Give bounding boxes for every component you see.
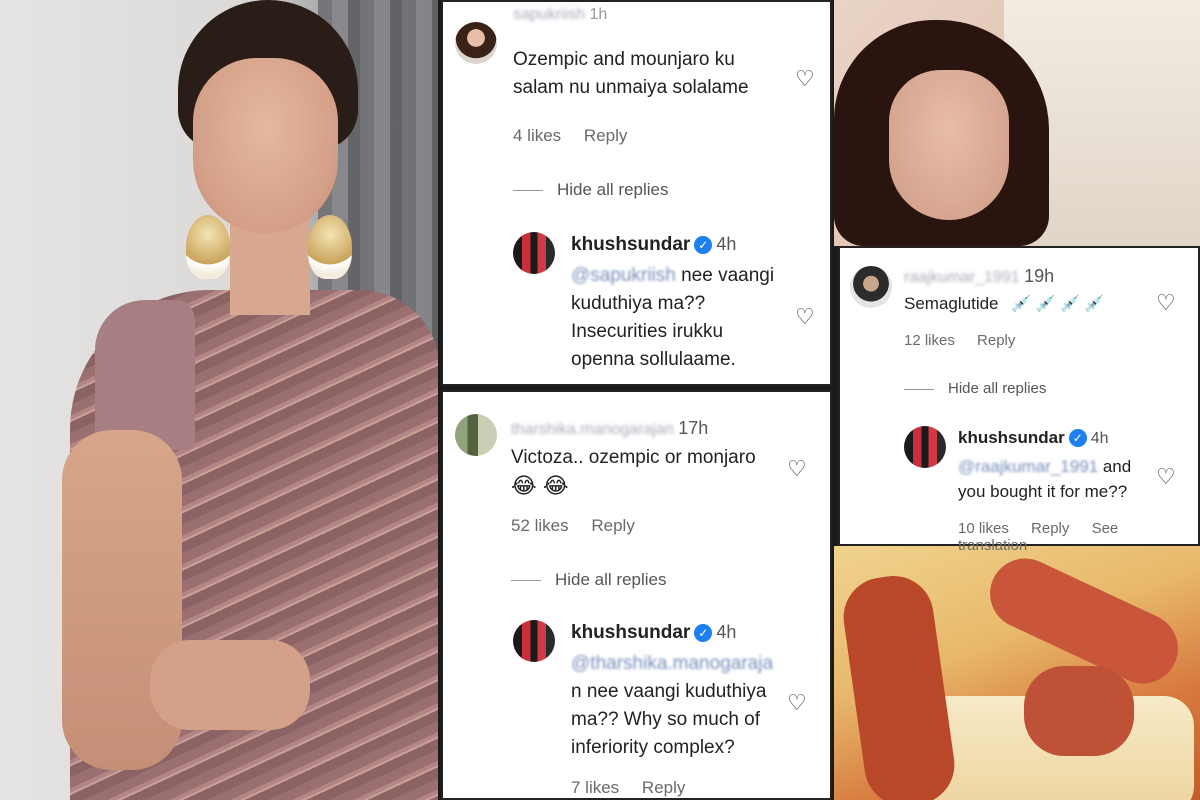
verified-badge-icon: ✓ — [1068, 429, 1087, 447]
reply-text: @tharshika.manogaraja n nee vaangi kudut… — [571, 650, 773, 762]
like-heart-icon[interactable]: ♡ — [795, 66, 815, 92]
like-heart-icon[interactable]: ♡ — [1156, 290, 1176, 316]
reply-username-text: khushsundar — [571, 622, 691, 643]
reply-text: @raajkumar_1991 and you bought it for me… — [958, 454, 1131, 504]
commenter-avatar[interactable] — [455, 414, 497, 456]
username-text: raajkumar_1991 — [904, 269, 1020, 286]
comment-line: Ozempic and mounjaro ku — [513, 49, 735, 70]
reply-username-text: khushsundar — [571, 234, 691, 255]
jhumka-earring-left — [186, 215, 230, 279]
hide-replies-label: Hide all replies — [557, 180, 669, 199]
likes-count[interactable]: 52 likes — [511, 516, 569, 535]
comment-card-1: sapukriish 1h Ozempic and mounjaro ku sa… — [441, 0, 832, 386]
reply-text: @sapukriish nee vaangi kuduthiya ma?? In… — [571, 262, 774, 374]
reply-line: inferiority complex? — [571, 737, 735, 758]
hide-replies-button[interactable]: Hide all replies — [511, 570, 667, 590]
syringe-emoji-icons: 💉 💉 💉 💉 — [1011, 296, 1105, 313]
username-text: sapukriish — [513, 6, 586, 23]
hand — [1024, 666, 1134, 756]
comment-text: Victoza.. ozempic or monjaro 😂 😂 — [511, 444, 756, 500]
mention-link[interactable]: @sapukriish — [571, 265, 676, 286]
comment-line: salam nu unmaiya solalame — [513, 77, 749, 98]
commenter-username[interactable]: raajkumar_1991 19h — [904, 266, 1054, 287]
likes-count[interactable]: 12 likes — [904, 332, 955, 349]
reply-line: kuduthiya ma?? — [571, 293, 706, 314]
reply-button[interactable]: Reply — [591, 516, 634, 535]
comment-time: 1h — [589, 6, 608, 23]
comment-time: 17h — [678, 418, 709, 438]
vintage-photo-bottom-right — [834, 546, 1200, 800]
reply-time: 4h — [1090, 430, 1109, 447]
reply-line: openna sollulaame. — [571, 349, 736, 370]
reply-line: n nee vaangi kuduthiya — [571, 681, 767, 702]
reply-button[interactable]: Reply — [584, 126, 627, 145]
reply-line: Insecurities irukku — [571, 321, 724, 342]
comment-text: Semaglutide 💉 💉 💉 💉 — [904, 290, 1104, 319]
divider-line — [904, 388, 934, 390]
reply-username-text: khushsundar — [958, 428, 1065, 447]
likes-count[interactable]: 10 likes — [958, 520, 1009, 537]
like-heart-icon[interactable]: ♡ — [787, 690, 807, 716]
hands — [150, 640, 310, 730]
divider-line — [513, 190, 543, 192]
comment-line: Victoza.. ozempic or monjaro — [511, 447, 756, 468]
reply-meta: 10 likes Reply See translation — [958, 520, 1198, 554]
comment-text: Ozempic and mounjaro ku salam nu unmaiya… — [513, 46, 749, 102]
commenter-username[interactable]: tharshika.manogarajan 17h — [511, 418, 708, 439]
comment-meta: 4 likes Reply — [513, 126, 645, 146]
reply-button[interactable]: Reply — [642, 778, 685, 797]
like-heart-icon[interactable]: ♡ — [795, 304, 815, 330]
hide-replies-button[interactable]: Hide all replies — [904, 380, 1046, 397]
hide-replies-button[interactable]: Hide all replies — [513, 180, 669, 200]
reply-button[interactable]: Reply — [1031, 520, 1069, 537]
comment-meta: 52 likes Reply — [511, 516, 653, 536]
arm — [838, 570, 960, 800]
reply-username[interactable]: khushsundar ✓ 4h — [958, 428, 1109, 448]
reply-avatar[interactable] — [513, 620, 555, 662]
mention-link[interactable]: @raajkumar_1991 — [958, 457, 1098, 476]
reply-avatar[interactable] — [904, 426, 946, 468]
vintage-photo-top-right — [834, 0, 1200, 246]
hide-replies-label: Hide all replies — [948, 380, 1047, 397]
hide-replies-label: Hide all replies — [555, 570, 667, 589]
actress-photo-left — [0, 0, 438, 800]
comment-card-3: raajkumar_1991 19h Semaglutide 💉 💉 💉 💉 ♡… — [838, 246, 1200, 554]
commenter-avatar[interactable] — [455, 22, 497, 64]
likes-count[interactable]: 4 likes — [513, 126, 561, 145]
commenter-avatar[interactable] — [850, 266, 892, 308]
divider-line — [511, 580, 541, 582]
face — [889, 70, 1009, 220]
verified-badge-icon: ✓ — [694, 624, 713, 642]
reply-time: 4h — [716, 622, 737, 642]
reply-time: 4h — [716, 234, 737, 254]
jhumka-earring-right — [308, 215, 352, 279]
reply-username[interactable]: khushsundar ✓ 4h — [571, 234, 736, 256]
comment-card-2: tharshika.manogarajan 17h Victoza.. ozem… — [441, 390, 832, 800]
reply-line: nee vaangi — [675, 265, 775, 286]
reply-button[interactable]: Reply — [977, 332, 1015, 349]
comment-meta: 12 likes Reply — [904, 332, 1033, 349]
username-text: tharshika.manogarajan — [511, 421, 674, 438]
laughing-emoji-icons: 😂 😂 — [511, 473, 569, 498]
mention-link[interactable]: @tharshika.manogaraja — [571, 650, 773, 678]
likes-count[interactable]: 7 likes — [571, 778, 619, 797]
reply-line: ma?? Why so much of — [571, 709, 761, 730]
commenter-username[interactable]: sapukriish 1h — [513, 6, 607, 24]
reply-line: and — [1098, 457, 1132, 476]
like-heart-icon[interactable]: ♡ — [1156, 464, 1176, 490]
reply-line: you bought it for me?? — [958, 482, 1128, 501]
like-heart-icon[interactable]: ♡ — [787, 456, 807, 482]
reply-avatar[interactable] — [513, 232, 555, 274]
comment-time: 19h — [1024, 266, 1055, 286]
blouse — [95, 300, 195, 450]
comment-line: Semaglutide — [904, 294, 999, 313]
reply-username[interactable]: khushsundar ✓ 4h — [571, 622, 736, 644]
face — [193, 58, 338, 233]
verified-badge-icon: ✓ — [694, 236, 713, 254]
reply-meta: 7 likes Reply — [571, 778, 703, 798]
